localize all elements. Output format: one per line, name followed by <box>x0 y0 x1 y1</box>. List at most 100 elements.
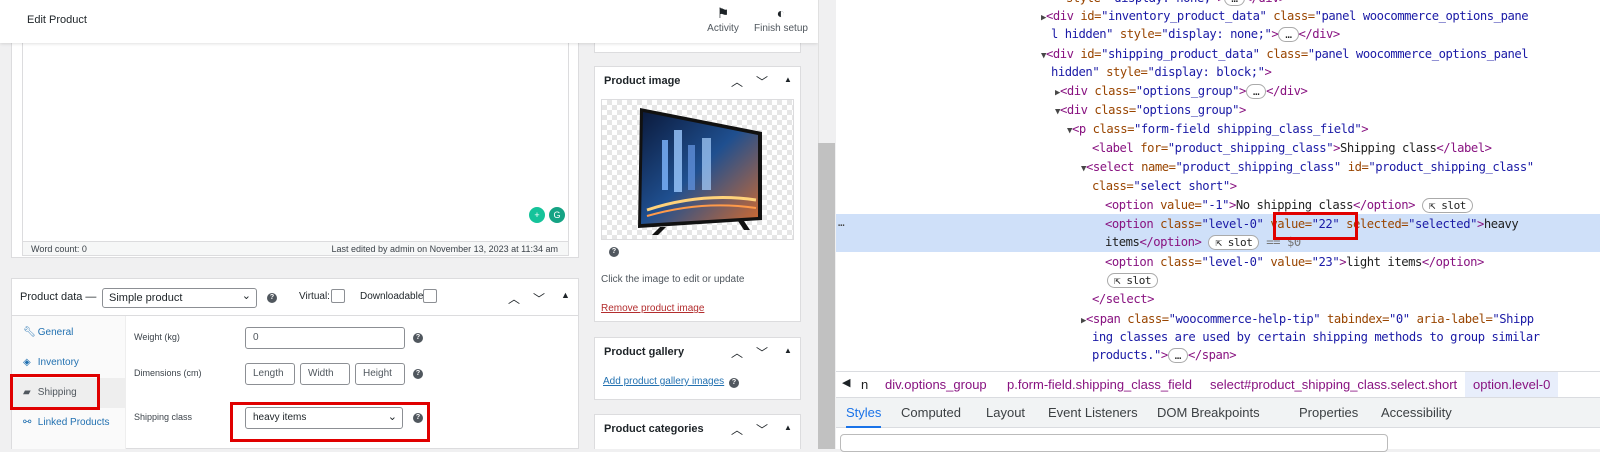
grammarly-icon[interactable]: G <box>549 207 565 223</box>
product-gallery-title: Product gallery <box>604 346 685 358</box>
annotation-box-shipping-tab <box>10 374 100 410</box>
product-image-box: Product image ︿ ﹀ ▲ ? Click the image to… <box>594 66 801 322</box>
help-icon[interactable]: ? <box>267 293 277 303</box>
help-icon[interactable]: ? <box>609 247 619 257</box>
dom-line[interactable]: hidden" style="display: block;"> <box>1051 65 1272 79</box>
wp-admin-panel: Edit Product ⚑ Activity ◐ Finish setup +… <box>0 0 818 449</box>
page-title: Edit Product <box>27 14 87 26</box>
product-type-select[interactable]: Simple product ⌄ <box>102 288 257 308</box>
tab-dom-breakpoints[interactable]: DOM Breakpoints <box>1157 405 1260 420</box>
move-down-icon[interactable]: ﹀ <box>533 290 545 307</box>
move-up-icon[interactable]: ︿ <box>508 290 520 307</box>
weight-label: Weight (kg) <box>134 332 180 342</box>
breadcrumb-item-selected[interactable]: option.level-0 <box>1465 372 1559 397</box>
tab-accessibility[interactable]: Accessibility <box>1381 405 1452 420</box>
dom-line[interactable]: </select> <box>1092 292 1154 306</box>
dom-line[interactable]: ▶<span class="woocommerce-help-tip" tabi… <box>1081 312 1534 326</box>
virtual-checkbox[interactable] <box>331 289 345 303</box>
dom-line[interactable]: ▶<div class="options_group">… </div> <box>1055 84 1308 99</box>
help-icon[interactable]: ? <box>413 369 423 379</box>
length-input[interactable]: Length <box>245 363 295 385</box>
tab-linked-products[interactable]: ⚯ Linked Products <box>12 408 126 438</box>
dom-line[interactable]: ▼<div id="shipping_product_data" class="… <box>1041 47 1529 61</box>
tab-styles[interactable]: Styles <box>846 405 882 428</box>
product-image[interactable] <box>601 99 794 240</box>
dom-line-selected[interactable]: items</option> ⇱ slot == $0 <box>1105 235 1301 250</box>
dimensions-label: Dimensions (cm) <box>134 368 202 378</box>
move-down-icon[interactable]: ﹀ <box>756 73 768 90</box>
dom-line[interactable]: ▶<div id="inventory_product_data" class=… <box>1041 9 1529 23</box>
scroll-left-icon[interactable]: ◀ <box>842 376 850 389</box>
tab-layout[interactable]: Layout <box>986 405 1025 420</box>
half-circle-icon: ◐ <box>776 5 786 21</box>
dom-line[interactable]: ing classes are used by certain shipping… <box>1092 330 1540 344</box>
scrollbar-thumb[interactable] <box>818 143 835 449</box>
editor-textarea[interactable] <box>22 20 569 242</box>
tv-image <box>638 108 762 235</box>
breadcrumb-item[interactable]: p.form-field.shipping_class_field <box>1007 377 1192 392</box>
dom-line[interactable]: class="select short"> <box>1092 179 1237 193</box>
tab-general[interactable]: 🔧︎ General <box>12 318 126 348</box>
chevron-down-icon: ⌄ <box>241 290 251 302</box>
styles-filter-input[interactable] <box>840 434 1388 452</box>
tab-computed[interactable]: Computed <box>901 405 961 420</box>
dom-line[interactable]: <option class="level-0" value="23">light… <box>1105 255 1484 269</box>
add-gallery-link[interactable]: Add product gallery images <box>603 376 724 387</box>
dom-line[interactable]: ▼<select name="product_shipping_class" i… <box>1081 160 1534 174</box>
move-down-icon[interactable]: ﹀ <box>756 421 768 438</box>
dom-line[interactable]: ▼<p class="form-field shipping_class_fie… <box>1067 122 1369 136</box>
breadcrumb-item[interactable]: select#product_shipping_class.select.sho… <box>1210 377 1457 392</box>
dom-line[interactable]: ⇱ slot <box>1107 273 1159 288</box>
dom-line[interactable]: <label for="product_shipping_class">Ship… <box>1092 141 1492 155</box>
help-icon[interactable]: ? <box>729 378 739 388</box>
dom-line[interactable]: ▼<div class="options_group"> <box>1055 103 1246 117</box>
width-input[interactable]: Width <box>300 363 350 385</box>
shipping-class-label: Shipping class <box>134 412 193 422</box>
word-count: Word count: 0 <box>31 244 87 254</box>
remove-image-link[interactable]: Remove product image <box>601 303 704 314</box>
product-categories-box: Product categories ︿ ﹀ ▲ <box>594 414 801 449</box>
move-down-icon[interactable]: ﹀ <box>756 344 768 361</box>
downloadable-checkbox[interactable] <box>423 289 437 303</box>
collapse-toggle-icon[interactable]: ▲ <box>784 75 792 84</box>
slot-badge[interactable]: ⇱ slot <box>1421 198 1473 213</box>
dom-line[interactable]: l hidden" style="display: none;">… </div> <box>1051 27 1340 42</box>
wrench-icon: 🔧︎ <box>23 327 36 338</box>
last-edited: Last edited by admin on November 13, 202… <box>331 244 558 254</box>
product-data-header: Product data — Simple product ⌄ ? Virtual… <box>12 279 578 316</box>
product-gallery-box: Product gallery ︿ ﹀ ▲ Add product galler… <box>594 337 801 400</box>
devtools-subtabs: Styles Computed Layout Event Listeners D… <box>836 398 1600 428</box>
move-up-icon[interactable]: ︿ <box>731 73 743 90</box>
weight-input[interactable]: 0 <box>245 327 405 349</box>
dom-line[interactable]: products.">… </span> <box>1092 348 1237 363</box>
collapse-toggle-icon[interactable]: ▲ <box>784 423 792 432</box>
flag-icon: ⚑ <box>716 5 730 21</box>
move-up-icon[interactable]: ︿ <box>731 421 743 438</box>
tab-event-listeners[interactable]: Event Listeners <box>1048 405 1138 420</box>
breadcrumb-item[interactable]: n <box>861 377 868 392</box>
tag-icon: ◈ <box>23 357 31 368</box>
product-image-title: Product image <box>604 75 681 87</box>
height-input[interactable]: Height <box>355 363 405 385</box>
slot-badge[interactable]: ⇱ slot <box>1208 235 1260 250</box>
move-up-icon[interactable]: ︿ <box>731 344 743 361</box>
slot-badge[interactable]: ⇱ slot <box>1107 273 1159 288</box>
product-categories-title: Product categories <box>604 423 704 435</box>
finish-setup-button[interactable]: ◐ Finish setup <box>752 5 810 34</box>
dom-line[interactable]: <option value="-1">No shipping class</op… <box>1105 198 1473 213</box>
activity-button[interactable]: ⚑ Activity <box>705 5 741 34</box>
help-icon[interactable]: ? <box>413 333 423 343</box>
editor-status-bar: Word count: 0 Last edited by admin on No… <box>22 241 569 256</box>
virtual-label: Virtual: <box>299 291 330 302</box>
grammarly-add-icon[interactable]: + <box>529 207 545 223</box>
annotation-box-shipping-class <box>230 402 430 442</box>
collapse-toggle-icon[interactable]: ▲ <box>784 346 792 355</box>
collapse-toggle-icon[interactable]: ▲ <box>561 290 570 300</box>
breadcrumb-item[interactable]: div.options_group <box>885 377 987 392</box>
annotation-box-value-22 <box>1273 212 1358 240</box>
tab-properties[interactable]: Properties <box>1299 405 1358 420</box>
image-help-text: Click the image to edit or update <box>601 274 745 285</box>
node-menu-icon[interactable]: … <box>838 216 845 229</box>
dom-line: style="display: none;">…</div> <box>1066 0 1286 6</box>
top-header: Edit Product ⚑ Activity ◐ Finish setup <box>0 0 818 43</box>
